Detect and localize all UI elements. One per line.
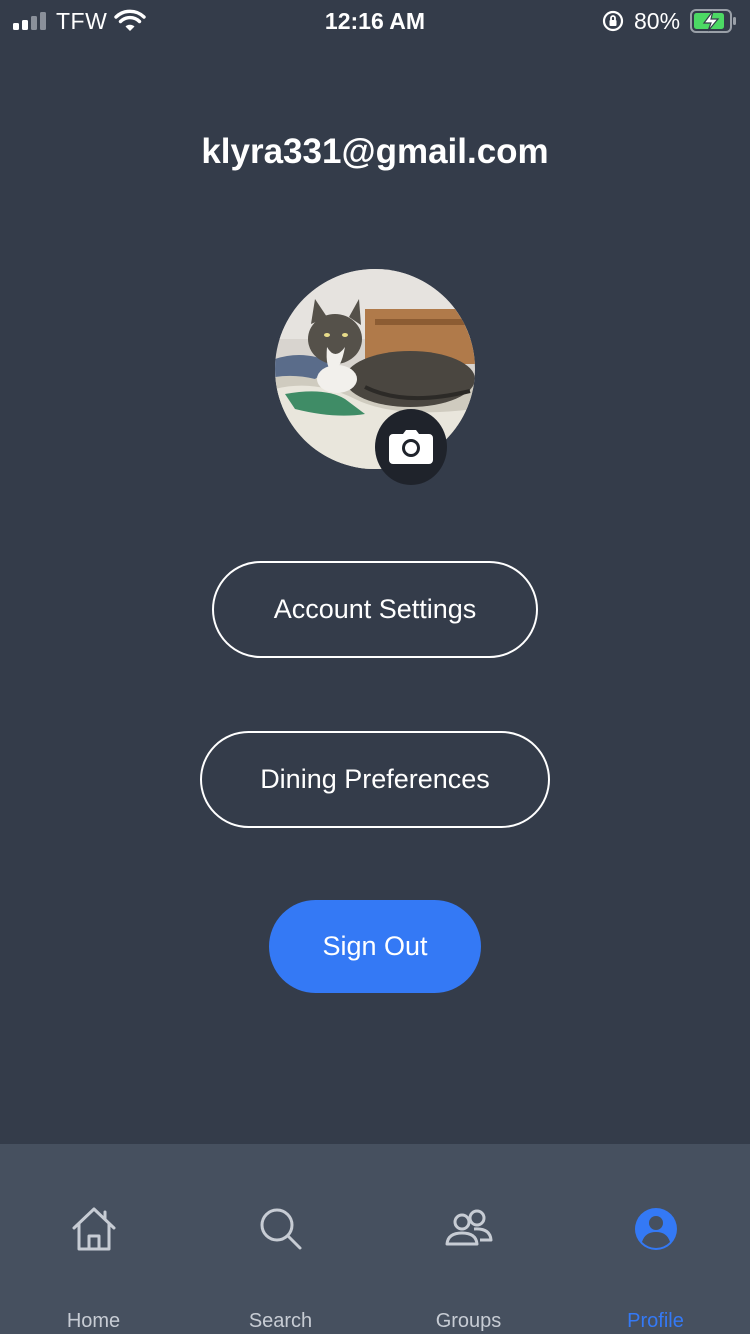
status-bar: TFW 12:16 AM 80% — [0, 0, 750, 44]
groups-icon — [445, 1209, 492, 1246]
battery-percent: 80% — [634, 8, 681, 34]
tab-home[interactable]: Home — [0, 1144, 187, 1334]
tab-profile[interactable]: Profile — [562, 1144, 749, 1334]
home-icon — [72, 1207, 115, 1251]
tab-groups-label: Groups — [435, 1310, 502, 1332]
user-email: klyra331@gmail.com — [201, 132, 549, 171]
tab-groups[interactable]: Groups — [375, 1144, 562, 1334]
orientation-lock-icon — [602, 10, 624, 32]
tab-profile-label: Profile — [627, 1310, 684, 1332]
tab-search[interactable]: Search — [187, 1144, 374, 1334]
tab-home-label: Home — [66, 1310, 121, 1332]
tab-bar: Home Search Groups Profile — [0, 1144, 750, 1334]
battery-charging-icon — [690, 9, 736, 33]
change-photo-button[interactable] — [375, 409, 447, 485]
tab-search-label: Search — [248, 1310, 313, 1332]
camera-icon — [389, 430, 433, 464]
sign-out-button[interactable]: Sign Out — [269, 900, 481, 993]
profile-icon — [634, 1208, 677, 1250]
search-icon — [260, 1208, 301, 1250]
dining-preferences-button[interactable]: Dining Preferences — [200, 731, 550, 828]
account-settings-button[interactable]: Account Settings — [212, 561, 538, 658]
